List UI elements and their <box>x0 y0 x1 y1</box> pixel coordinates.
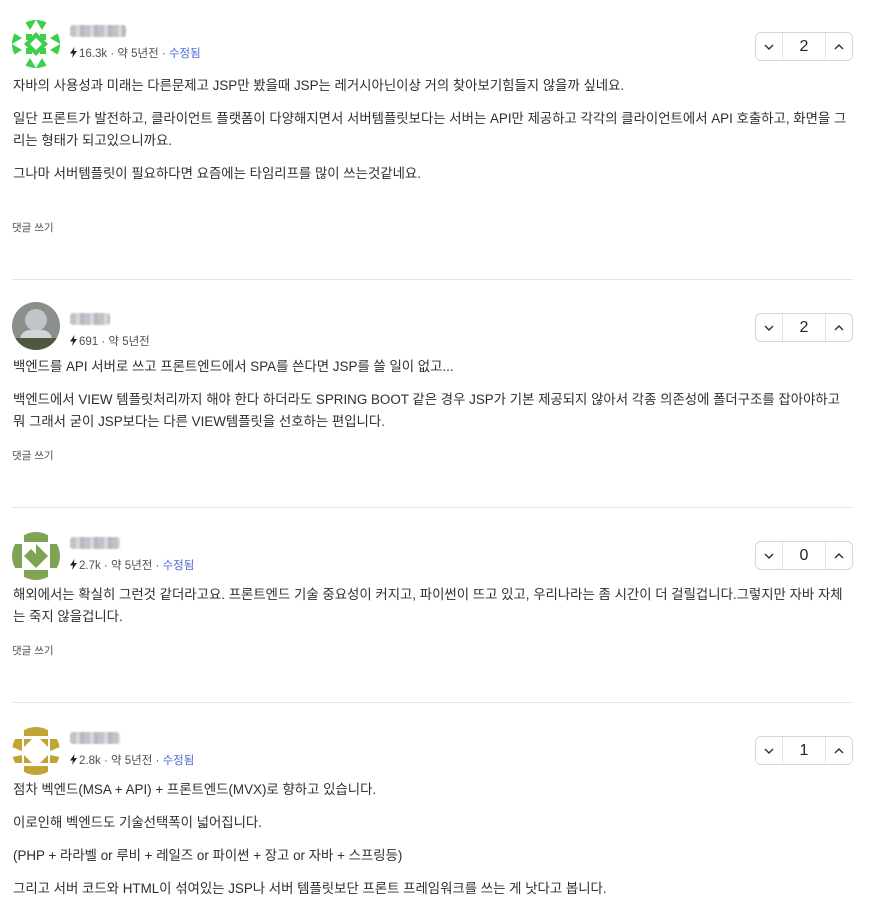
edited-link[interactable]: 수정됨 <box>163 755 195 767</box>
username-redacted[interactable] <box>70 313 110 325</box>
reputation: 691 <box>79 336 99 348</box>
comment-stats: 2.7k · 약 5년전 · 수정됨 <box>70 559 194 573</box>
divider <box>12 702 853 703</box>
comment-paragraph: 해외에서는 확실히 그런것 같더라고요. 프론트엔드 기술 중요성이 커지고, … <box>13 587 843 624</box>
reputation: 2.8k <box>79 755 101 767</box>
edited-link[interactable]: 수정됨 <box>169 48 201 60</box>
username-redacted[interactable] <box>70 732 120 744</box>
comment-meta: 2.8k · 약 5년전 · 수정됨 <box>70 731 194 768</box>
downvote-button[interactable] <box>756 314 783 341</box>
bolt-icon <box>70 47 77 58</box>
comment-stats: 691 · 약 5년전 <box>70 335 150 349</box>
chevron-down-icon <box>764 553 774 559</box>
comment-meta: 16.3k · 약 5년전 · 수정됨 <box>70 24 201 61</box>
comment-paragraph: 그나마 서버템플릿이 필요하다면 요즘에는 타임리프를 많이 쓰는것같네요. <box>13 166 421 181</box>
divider <box>12 279 853 280</box>
comment: 691 · 약 5년전 2 백엔드를 API 서버로 쓰고 프론트엔드에서 SP… <box>12 302 853 492</box>
reputation: 16.3k <box>79 48 108 60</box>
comment-stats: 16.3k · 약 5년전 · 수정됨 <box>70 47 201 61</box>
downvote-button[interactable] <box>756 542 783 569</box>
username-redacted[interactable] <box>70 537 120 549</box>
chevron-down-icon <box>764 748 774 754</box>
upvote-button[interactable] <box>825 542 852 569</box>
timestamp: 약 5년전 <box>110 560 153 572</box>
comment: 16.3k · 약 5년전 · 수정됨 2 자바의 사용성과 미래는 다른문제고… <box>12 20 853 260</box>
vote-count: 2 <box>799 37 809 55</box>
vote-count: 0 <box>799 546 809 564</box>
chevron-up-icon <box>834 747 844 753</box>
upvote-button[interactable] <box>825 314 852 341</box>
reputation: 2.7k <box>79 560 101 572</box>
vote-widget: 0 <box>755 541 853 570</box>
divider <box>12 507 853 508</box>
vote-widget: 2 <box>755 313 853 342</box>
vote-widget: 2 <box>755 32 853 61</box>
comment-paragraph: (PHP + 라라벨 or 루비 + 레일즈 or 파이썬 + 장고 or 자바… <box>13 848 403 863</box>
comment-meta: 2.7k · 약 5년전 · 수정됨 <box>70 536 194 573</box>
chevron-up-icon <box>834 552 844 558</box>
identicon-avatar <box>12 532 60 580</box>
timestamp: 약 5년전 <box>108 336 150 348</box>
comment-paragraph: 점차 벡엔드(MSA + API) + 프론트엔드(MVX)로 향하고 있습니다… <box>13 782 377 797</box>
comment-paragraph: 이로인해 벡엔드도 기술선택폭이 넓어집니다. <box>13 815 262 830</box>
comment: 2.7k · 약 5년전 · 수정됨 0 해외에서는 확실히 그런것 같더라고요… <box>12 532 853 682</box>
photo-avatar <box>12 302 60 350</box>
comment-paragraph: 일단 프론트가 발전하고, 클라이언트 플랫폼이 다양해지면서 서버템플릿보다는… <box>13 111 847 148</box>
comment-paragraph: 그리고 서버 코드와 HTML이 섞여있는 JSP나 서버 템플릿보단 프론트 … <box>13 881 607 896</box>
comment-meta: 691 · 약 5년전 <box>70 312 150 349</box>
reply-link[interactable]: 댓글 쓰기 <box>12 220 54 235</box>
bolt-icon <box>70 559 77 570</box>
avatar[interactable] <box>12 302 60 350</box>
identicon-avatar <box>12 727 60 775</box>
comment-body: 해외에서는 확실히 그런것 같더라고요. 프론트엔드 기술 중요성이 커지고, … <box>13 584 847 628</box>
bolt-icon <box>70 335 77 346</box>
comment-paragraph: 백엔드를 API 서버로 쓰고 프론트엔드에서 SPA를 쓴다면 JSP를 쓸 … <box>13 359 454 374</box>
bolt-icon <box>70 754 77 765</box>
downvote-button[interactable] <box>756 737 783 764</box>
vote-count: 2 <box>799 318 809 336</box>
downvote-button[interactable] <box>756 33 783 60</box>
chevron-up-icon <box>834 43 844 49</box>
username-redacted[interactable] <box>70 25 126 37</box>
comment-body: 백엔드를 API 서버로 쓰고 프론트엔드에서 SPA를 쓴다면 JSP를 쓸 … <box>13 356 847 433</box>
comment-stats: 2.8k · 약 5년전 · 수정됨 <box>70 754 194 768</box>
comment-paragraph: 자바의 사용성과 미래는 다른문제고 JSP만 봤을때 JSP는 레거시아닌이상… <box>13 78 625 93</box>
comment-body: 자바의 사용성과 미래는 다른문제고 JSP만 봤을때 JSP는 레거시아닌이상… <box>13 75 847 185</box>
upvote-button[interactable] <box>825 737 852 764</box>
comment-body: 점차 벡엔드(MSA + API) + 프론트엔드(MVX)로 향하고 있습니다… <box>13 779 847 900</box>
reply-link[interactable]: 댓글 쓰기 <box>12 643 54 658</box>
comment: 2.8k · 약 5년전 · 수정됨 1 점차 벡엔드(MSA + API) +… <box>12 727 853 905</box>
edited-link[interactable]: 수정됨 <box>163 560 195 572</box>
timestamp: 약 5년전 <box>117 48 159 60</box>
chevron-up-icon <box>834 324 844 330</box>
chevron-down-icon <box>764 325 774 331</box>
identicon-avatar <box>12 20 60 68</box>
chevron-down-icon <box>764 44 774 50</box>
avatar[interactable] <box>12 727 60 775</box>
avatar[interactable] <box>12 532 60 580</box>
reply-link[interactable]: 댓글 쓰기 <box>12 448 54 463</box>
comment-paragraph: 백엔드에서 VIEW 템플릿처리까지 해야 한다 하더라도 SPRING BOO… <box>13 392 841 429</box>
vote-widget: 1 <box>755 736 853 765</box>
upvote-button[interactable] <box>825 33 852 60</box>
timestamp: 약 5년전 <box>110 755 153 767</box>
avatar[interactable] <box>12 20 60 68</box>
vote-count: 1 <box>799 741 809 759</box>
